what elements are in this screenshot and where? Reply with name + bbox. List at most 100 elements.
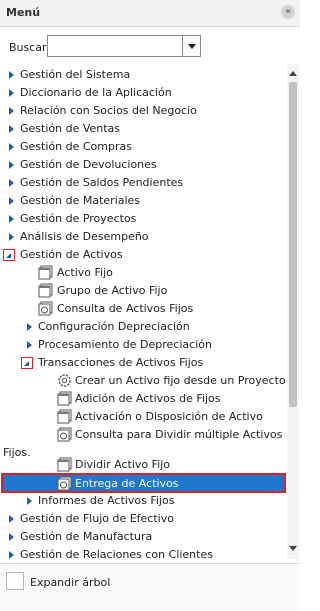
- menu-title: Menú: [6, 6, 41, 19]
- tree-node-transacciones-activos[interactable]: Transacciones de Activos Fijos: [0, 354, 287, 372]
- expand-arrow-icon[interactable]: [9, 515, 14, 523]
- expand-arrow-icon[interactable]: [9, 143, 14, 151]
- tree-node-configuracion-depreciacion[interactable]: Configuración Depreciación: [0, 318, 287, 336]
- expand-arrow-icon[interactable]: [9, 215, 14, 223]
- tree-leaf-consulta-dividir[interactable]: Consulta para Dividir múltiple Activos: [0, 426, 287, 444]
- expand-arrow-icon[interactable]: [27, 323, 32, 331]
- tree-scrollbar[interactable]: [287, 64, 299, 559]
- tree-leaf-label: Activo Fijo: [57, 266, 113, 279]
- tree-node-label: Procesamiento de Depreciación: [38, 338, 212, 351]
- tree-node-proyectos[interactable]: Gestión de Proyectos: [0, 210, 287, 228]
- menu-header: Menú «: [0, 0, 300, 27]
- tree-node-manufactura[interactable]: Gestión de Manufactura: [0, 528, 287, 546]
- window-icon: [57, 409, 72, 424]
- info-window-icon: [57, 476, 72, 491]
- tree-leaf-consulta-activos[interactable]: Consulta de Activos Fijos: [0, 300, 287, 318]
- tree-node-gestion-activos[interactable]: Gestión de Activos: [0, 246, 287, 264]
- tree-node-label: Informes de Activos Fijos: [38, 494, 175, 507]
- tree-node-label: Gestión de Flujo de Efectivo: [20, 512, 174, 525]
- menu-footer: Expandir árbol: [0, 563, 300, 611]
- search-label: Buscar:: [9, 41, 51, 54]
- tree-node-gestion-del-sistema[interactable]: Gestión del Sistema: [0, 66, 287, 84]
- tree-leaf-activo-fijo[interactable]: Activo Fijo: [0, 264, 287, 282]
- tree-node-label: Gestión de Relaciones con Clientes: [20, 548, 213, 561]
- tree-leaf-label: Adición de Activos de Fijos: [75, 392, 221, 405]
- tree-leaf-label: Entrega de Activos: [75, 477, 179, 490]
- tree-leaf-label: Dividir Activo Fijo: [75, 458, 171, 471]
- search-combobox[interactable]: [47, 35, 201, 57]
- expand-arrow-icon[interactable]: [9, 233, 14, 241]
- tree-leaf-label: Grupo de Activo Fijo: [57, 284, 168, 297]
- scroll-up-arrow-icon[interactable]: [289, 71, 297, 76]
- tree-leaf-label: Consulta para Dividir múltiple Activos: [75, 428, 283, 441]
- tree-node-relaciones-clientes[interactable]: Gestión de Relaciones con Clientes: [0, 546, 287, 564]
- collapse-panel-icon[interactable]: «: [281, 5, 295, 19]
- tree-leaf-label: Consulta de Activos Fijos: [57, 302, 194, 315]
- tree-node-saldos-pendientes[interactable]: Gestión de Saldos Pendientes: [0, 174, 287, 192]
- search-row: Buscar:: [0, 35, 300, 59]
- expand-arrow-icon[interactable]: [9, 197, 14, 205]
- tree-leaf-grupo-activo-fijo[interactable]: Grupo de Activo Fijo: [0, 282, 287, 300]
- tree-node-label: Diccionario de la Aplicación: [20, 86, 172, 99]
- expand-arrow-icon[interactable]: [9, 107, 14, 115]
- tree-node-label: Gestión de Manufactura: [20, 530, 153, 543]
- tree-node-label: Gestión del Sistema: [20, 68, 131, 81]
- tree-node-label: Gestión de Activos: [20, 248, 123, 261]
- menu-panel: Menú « Buscar: Gestión del Sistema Dicci…: [0, 0, 300, 611]
- window-icon: [38, 283, 53, 298]
- menu-tree: Gestión del Sistema Diccionario de la Ap…: [0, 64, 287, 564]
- tree-node-devoluciones[interactable]: Gestión de Devoluciones: [0, 156, 287, 174]
- tree-node-materiales[interactable]: Gestión de Materiales: [0, 192, 287, 210]
- tree-node-label: Relación con Socios del Negocio: [20, 104, 197, 117]
- tree-node-label: Análisis de Desempeño: [20, 230, 149, 243]
- tree-node-label: Gestión de Materiales: [20, 194, 141, 207]
- scroll-down-arrow-icon[interactable]: [289, 546, 297, 551]
- expand-tree-checkbox[interactable]: [6, 572, 24, 590]
- expand-arrow-icon[interactable]: [9, 551, 14, 559]
- expand-arrow-icon[interactable]: [9, 71, 14, 79]
- tree-node-label: Transacciones de Activos Fijos: [38, 356, 204, 369]
- tree-leaf-dividir-activo[interactable]: Dividir Activo Fijo: [0, 456, 287, 474]
- expand-arrow-icon[interactable]: [27, 497, 32, 505]
- expand-tree-label: Expandir árbol: [30, 576, 111, 589]
- tree-node-compras[interactable]: Gestión de Compras: [0, 138, 287, 156]
- window-icon: [38, 265, 53, 280]
- search-input[interactable]: [50, 38, 184, 56]
- collapse-arrow-glyph: [6, 253, 11, 258]
- tree-node-relacion-socios[interactable]: Relación con Socios del Negocio: [0, 102, 287, 120]
- tree-node-label: Gestión de Devoluciones: [20, 158, 157, 171]
- tree-node-analisis-desempeno[interactable]: Análisis de Desempeño: [0, 228, 287, 246]
- collapse-arrow-icon[interactable]: [3, 249, 15, 261]
- tree-leaf-label: Activación o Disposición de Activo: [75, 410, 263, 423]
- tree-node-ventas[interactable]: Gestión de Ventas: [0, 120, 287, 138]
- tree-node-diccionario[interactable]: Diccionario de la Aplicación: [0, 84, 287, 102]
- expand-arrow-icon[interactable]: [9, 89, 14, 97]
- tree-node-label: Gestión de Proyectos: [20, 212, 137, 225]
- expand-arrow-icon[interactable]: [9, 125, 14, 133]
- tree-leaf-adicion-activos[interactable]: Adición de Activos de Fijos: [0, 390, 287, 408]
- info-window-icon: [38, 301, 53, 316]
- tree-node-label: Configuración Depreciación: [38, 320, 190, 333]
- expand-arrow-icon[interactable]: [9, 179, 14, 187]
- tree-node-label: Gestión de Compras: [20, 140, 132, 153]
- tree-leaf-entrega-activos[interactable]: Entrega de Activos: [0, 474, 287, 494]
- tree-node-label: Gestión de Ventas: [20, 122, 121, 135]
- search-dropdown-button[interactable]: [182, 36, 200, 56]
- expand-arrow-icon[interactable]: [9, 533, 14, 541]
- tree-leaf-label: Crear un Activo fijo desde un Proyecto: [75, 374, 286, 387]
- expand-arrow-icon[interactable]: [27, 341, 32, 349]
- tree-node-informes-activos[interactable]: Informes de Activos Fijos: [0, 492, 287, 510]
- info-window-icon: [57, 427, 72, 442]
- collapse-arrow-glyph: [24, 361, 29, 366]
- window-icon: [57, 391, 72, 406]
- tree-node-label: Gestión de Saldos Pendientes: [20, 176, 184, 189]
- window-icon: [57, 457, 72, 472]
- scroll-thumb[interactable]: [289, 82, 297, 407]
- tree-leaf-crear-activo-proyecto[interactable]: Crear un Activo fijo desde un Proyecto: [0, 372, 287, 390]
- tree-node-procesamiento-depreciacion[interactable]: Procesamiento de Depreciación: [0, 336, 287, 354]
- chevron-down-icon: [188, 44, 196, 49]
- collapse-arrow-icon[interactable]: [21, 357, 33, 369]
- tree-node-flujo-efectivo[interactable]: Gestión de Flujo de Efectivo: [0, 510, 287, 528]
- expand-arrow-icon[interactable]: [9, 161, 14, 169]
- tree-leaf-activacion-disposicion[interactable]: Activación o Disposición de Activo: [0, 408, 287, 426]
